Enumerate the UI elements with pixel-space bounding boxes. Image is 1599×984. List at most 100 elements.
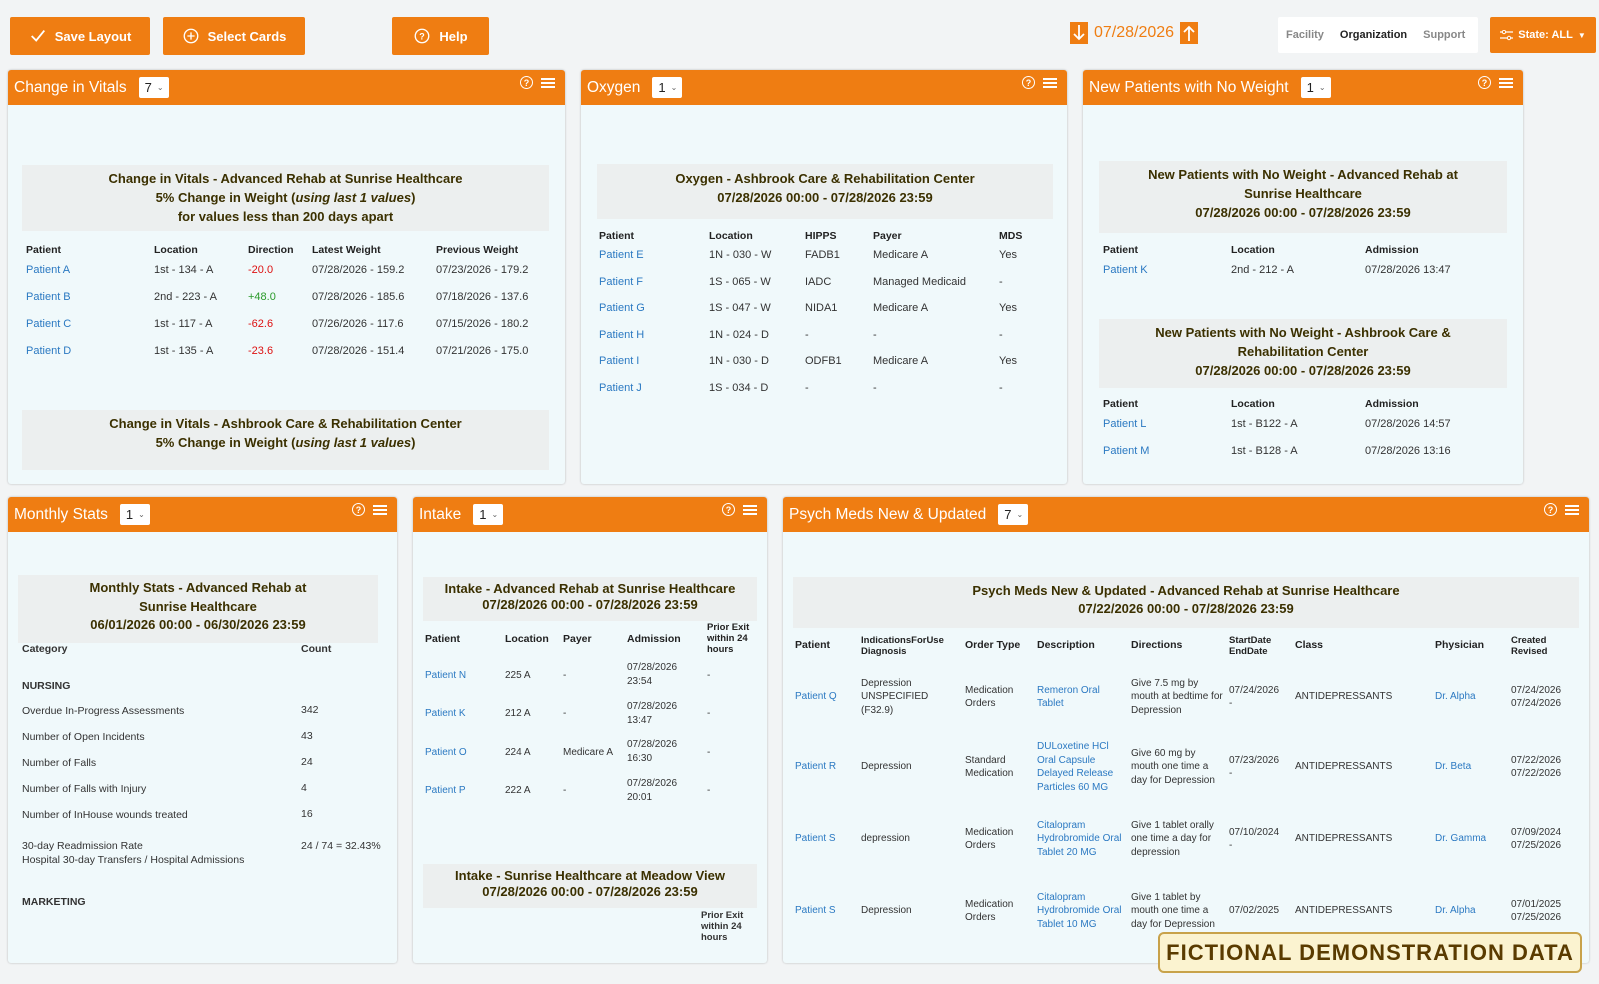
physician-link[interactable]: Dr. Alpha bbox=[1435, 905, 1476, 916]
report-subheading: 5% Change in Weight (using last 1 values… bbox=[155, 435, 416, 450]
report-dates: 06/01/2026 00:00 - 06/30/2026 23:59 bbox=[90, 617, 306, 632]
col-header: Admission bbox=[627, 633, 681, 645]
card-count-select[interactable]: 1 ⌄ bbox=[473, 504, 504, 525]
report-title: New Patients with No Weight - Advanced R… bbox=[1099, 161, 1507, 233]
medication-link[interactable]: Citalopram Hydrobromide Oral Tablet 20 M… bbox=[1037, 820, 1121, 858]
card-psych-meds: Psych Meds New & Updated 7 ⌄ ? Psych Meds… bbox=[783, 497, 1589, 963]
card-count-select[interactable]: 1 ⌄ bbox=[652, 77, 683, 98]
cell: 07/26/2026 - 117.6 bbox=[312, 317, 404, 330]
stat-label: Number of Open Incidents bbox=[22, 731, 145, 743]
chevron-down-icon: ⌄ bbox=[670, 83, 678, 92]
patient-link[interactable]: Patient K bbox=[425, 708, 466, 719]
patient-link[interactable]: Patient D bbox=[26, 345, 71, 357]
menu-icon[interactable] bbox=[373, 504, 387, 515]
patient-link[interactable]: Patient N bbox=[425, 670, 466, 681]
help-icon[interactable]: ? bbox=[1022, 76, 1035, 89]
card-count-select[interactable]: 1 ⌄ bbox=[1300, 77, 1331, 98]
tab-facility[interactable]: Facility bbox=[1278, 29, 1332, 41]
patient-link[interactable]: Patient E bbox=[599, 249, 644, 261]
col-header: Patient bbox=[1103, 244, 1139, 256]
patient-link[interactable]: Patient J bbox=[599, 382, 642, 394]
patient-link[interactable]: Patient B bbox=[26, 291, 71, 303]
save-layout-label: Save Layout bbox=[54, 28, 132, 44]
menu-icon[interactable] bbox=[541, 77, 555, 88]
card-new-patients-no-weight: New Patients with No Weight 1 ⌄ ? New Pat… bbox=[1083, 70, 1523, 484]
card-monthly-stats: Monthly Stats 1 ⌄ ? Monthly Stats - Advan… bbox=[8, 497, 397, 963]
patient-link[interactable]: Patient F bbox=[599, 276, 643, 288]
patient-link[interactable]: Patient K bbox=[1103, 264, 1148, 276]
col-header: Directions bbox=[1131, 639, 1183, 652]
menu-icon[interactable] bbox=[743, 504, 757, 515]
medication-link[interactable]: Remeron Oral Tablet bbox=[1037, 685, 1100, 710]
patient-link[interactable]: Patient R bbox=[795, 761, 836, 772]
section-heading: MARKETING bbox=[22, 896, 86, 908]
cell: Medication Orders bbox=[965, 826, 1014, 852]
report-dates: 07/28/2026 00:00 - 07/28/2026 23:59 bbox=[1195, 205, 1411, 220]
tab-support[interactable]: Support bbox=[1415, 29, 1473, 41]
help-button[interactable]: ? Help bbox=[392, 17, 489, 55]
cell: IADC bbox=[805, 275, 832, 288]
report-heading: Sunrise Healthcare bbox=[139, 598, 257, 614]
patient-link[interactable]: Patient I bbox=[599, 355, 639, 367]
menu-icon[interactable] bbox=[1565, 504, 1579, 515]
menu-icon[interactable] bbox=[1043, 77, 1057, 88]
cell: -62.6 bbox=[248, 317, 274, 330]
patient-link[interactable]: Patient S bbox=[795, 833, 836, 844]
cell: 1N - 030 - D bbox=[709, 355, 769, 368]
patient-link[interactable]: Patient S bbox=[795, 905, 836, 916]
help-icon[interactable]: ? bbox=[722, 503, 735, 516]
medication-link[interactable]: Citalopram Hydrobromide Oral Tablet 10 M… bbox=[1037, 892, 1121, 930]
col-header: StartDate EndDate bbox=[1229, 635, 1272, 657]
patient-link[interactable]: Patient H bbox=[599, 329, 644, 341]
chevron-down-icon: ⌄ bbox=[1016, 510, 1024, 519]
physician-link[interactable]: Dr. Alpha bbox=[1435, 691, 1476, 702]
patient-link[interactable]: Patient O bbox=[425, 747, 467, 758]
patient-link[interactable]: Patient Q bbox=[795, 691, 837, 702]
patient-link[interactable]: Patient C bbox=[26, 318, 71, 330]
patient-link[interactable]: Patient A bbox=[26, 264, 70, 276]
cell: Medicare A bbox=[563, 746, 614, 758]
select-cards-button[interactable]: Select Cards bbox=[163, 17, 305, 55]
report-dates: 07/28/2026 00:00 - 07/28/2026 23:59 bbox=[482, 884, 698, 899]
stat-label: Number of InHouse wounds treated bbox=[22, 809, 188, 821]
cell: - bbox=[999, 275, 1003, 288]
medication-link[interactable]: DULoxetine HCl Oral Capsule Delayed Rele… bbox=[1037, 741, 1113, 793]
cell: Yes bbox=[999, 302, 1017, 315]
arrow-down-icon[interactable] bbox=[1070, 22, 1088, 44]
cell: Medicare A bbox=[873, 355, 929, 368]
save-layout-button[interactable]: Save Layout bbox=[10, 17, 150, 55]
current-date[interactable]: 07/28/2026 bbox=[1094, 24, 1174, 42]
tab-organization[interactable]: Organization bbox=[1332, 29, 1415, 41]
patient-link[interactable]: Patient M bbox=[1103, 445, 1149, 457]
report-heading: Change in Vitals - Ashbrook Care & Rehab… bbox=[109, 416, 462, 431]
table-row: Patient K 212 A - 07/28/2026 13:47 - bbox=[425, 695, 760, 734]
col-header: MDS bbox=[999, 230, 1023, 242]
cell: Give 60 mg by mouth one time a day for D… bbox=[1131, 747, 1215, 786]
cell: -20.0 bbox=[248, 263, 274, 276]
menu-icon[interactable] bbox=[1499, 77, 1513, 88]
intake-table: Patient Location Payer Admission Prior E… bbox=[425, 622, 760, 810]
card-count-select[interactable]: 7 ⌄ bbox=[998, 504, 1029, 525]
help-icon[interactable]: ? bbox=[1544, 503, 1557, 516]
cell: NIDA1 bbox=[805, 302, 838, 315]
patient-link[interactable]: Patient G bbox=[599, 302, 645, 314]
cell: ANTIDEPRESSANTS bbox=[1295, 761, 1393, 773]
patient-link[interactable]: Patient P bbox=[425, 785, 466, 796]
state-filter-button[interactable]: State: ALL ▼ bbox=[1490, 17, 1596, 53]
help-icon[interactable]: ? bbox=[1478, 76, 1491, 89]
patient-link[interactable]: Patient L bbox=[1103, 418, 1146, 430]
card-count-select[interactable]: 7 ⌄ bbox=[138, 77, 169, 98]
cell: Medication Orders bbox=[965, 898, 1014, 924]
cell: 07/28/2026 - 159.2 bbox=[312, 263, 405, 276]
report-heading: Oxygen - Ashbrook Care & Rehabilitation … bbox=[675, 171, 975, 186]
help-icon[interactable]: ? bbox=[520, 76, 533, 89]
card-count-select[interactable]: 1 ⌄ bbox=[119, 504, 150, 525]
help-icon[interactable]: ? bbox=[352, 503, 365, 516]
physician-link[interactable]: Dr. Gamma bbox=[1435, 833, 1486, 844]
physician-link[interactable]: Dr. Beta bbox=[1435, 761, 1471, 772]
col-header: Location bbox=[1231, 398, 1275, 410]
cell: ODFB1 bbox=[805, 355, 842, 368]
cell: 07/28/2026 23:54 bbox=[627, 662, 678, 688]
arrow-up-icon[interactable] bbox=[1180, 22, 1199, 44]
cell: 2nd - 212 - A bbox=[1231, 264, 1294, 276]
